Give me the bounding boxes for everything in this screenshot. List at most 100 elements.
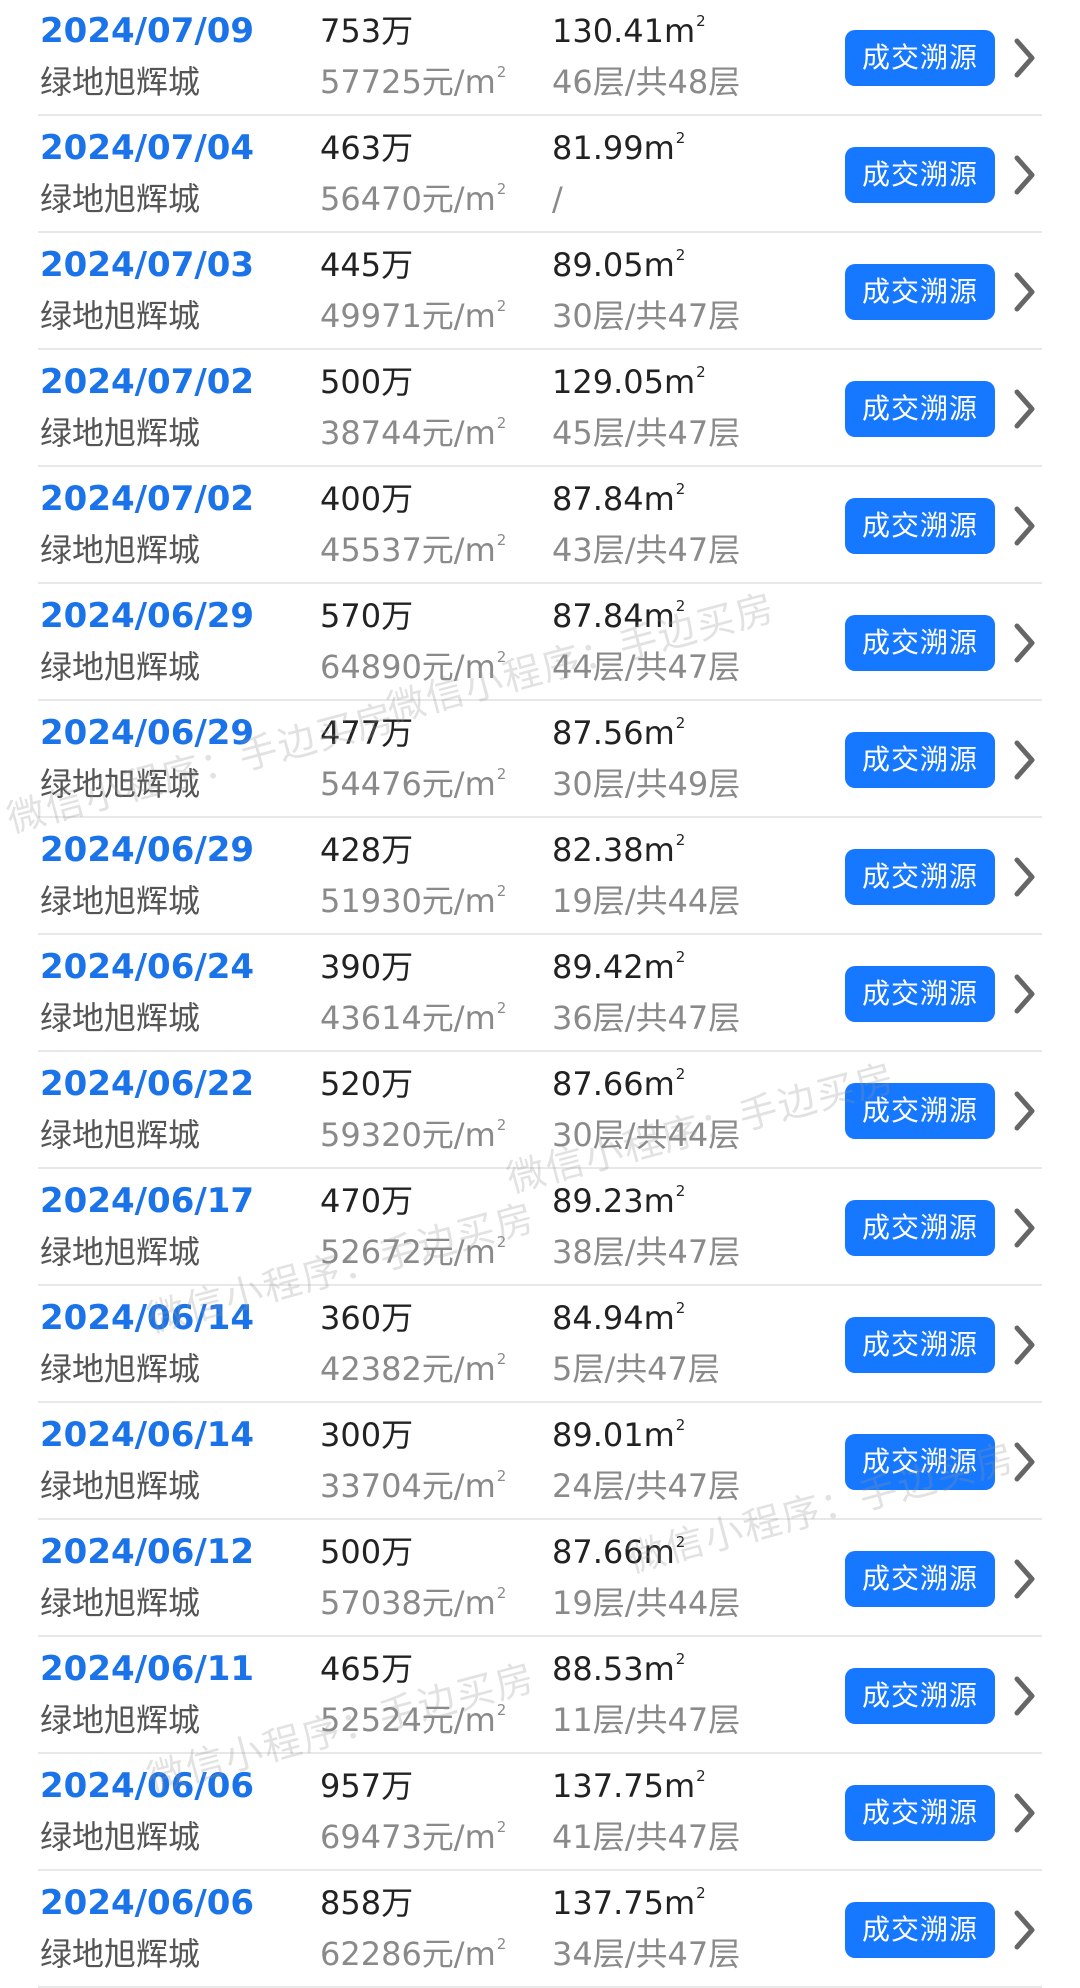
transaction-row[interactable]: 2024/06/29 绿地旭辉城 570万 64890元/m2 87.84m2 44层/共… xyxy=(0,584,1080,701)
transaction-row[interactable]: 2024/06/14 绿地旭辉城 300万 33704元/m2 89.01m2 24层/共… xyxy=(0,1403,1080,1520)
deal-date-text: 2024/07/04 xyxy=(40,128,255,168)
trace-deal-button[interactable]: 成交溯源 xyxy=(845,264,995,320)
floor-area-text: 87.84m xyxy=(552,480,675,518)
total-price-text: 957万 xyxy=(320,1767,414,1805)
transaction-row[interactable]: 2024/06/06 绿地旭辉城 957万 69473元/m2 137.75m2 41层/… xyxy=(0,1754,1080,1871)
square-superscript: 2 xyxy=(675,1533,686,1551)
transaction-row[interactable]: 2024/06/22 绿地旭辉城 520万 59320元/m2 87.66m2 30层/共… xyxy=(0,1052,1080,1169)
trace-deal-button[interactable]: 成交溯源 xyxy=(845,1200,995,1256)
chevron-right-icon[interactable] xyxy=(1010,620,1040,666)
floor-level-text: 30层/共49层 xyxy=(552,765,741,803)
community-name-text: 绿地旭辉城 xyxy=(40,297,201,335)
chevron-right-icon[interactable] xyxy=(1010,1556,1040,1602)
trace-deal-button[interactable]: 成交溯源 xyxy=(845,1317,995,1373)
trace-deal-button[interactable]: 成交溯源 xyxy=(845,1668,995,1724)
trace-deal-button[interactable]: 成交溯源 xyxy=(845,1785,995,1841)
chevron-right-icon[interactable] xyxy=(1010,269,1040,315)
floor-area-text: 84.94m xyxy=(552,1299,675,1337)
transaction-row[interactable]: 2024/06/24 绿地旭辉城 390万 43614元/m2 89.42m2 36层/共… xyxy=(0,935,1080,1052)
floor-level-text: / xyxy=(552,180,563,218)
transaction-row[interactable]: 2024/06/12 绿地旭辉城 500万 57038元/m2 87.66m2 19层/共… xyxy=(0,1520,1080,1637)
transaction-row[interactable]: 2024/06/06 绿地旭辉城 858万 62286元/m2 137.75m2 34层/… xyxy=(0,1871,1080,1988)
chevron-right-icon[interactable] xyxy=(1010,1907,1040,1953)
trace-deal-button[interactable]: 成交溯源 xyxy=(845,966,995,1022)
total-price-text: 753万 xyxy=(320,12,414,50)
unit-price: 54476元/m2 xyxy=(320,764,506,810)
trace-deal-button[interactable]: 成交溯源 xyxy=(845,1083,995,1139)
total-price-text: 477万 xyxy=(320,714,414,752)
total-price: 753万 xyxy=(320,11,413,51)
chevron-right-icon[interactable] xyxy=(1010,386,1040,432)
total-price-text: 570万 xyxy=(320,597,414,635)
floor-area: 137.75m2 xyxy=(552,1883,706,1929)
trace-deal-button[interactable]: 成交溯源 xyxy=(845,732,995,788)
trace-deal-button[interactable]: 成交溯源 xyxy=(845,615,995,671)
floor-area: 82.38m2 xyxy=(552,830,685,876)
deal-date: 2024/06/22 xyxy=(40,1064,254,1104)
trace-deal-button[interactable]: 成交溯源 xyxy=(845,147,995,203)
floor-level: 45层/共47层 xyxy=(552,413,740,453)
floor-level: 5层/共47层 xyxy=(552,1349,720,1389)
trace-deal-button[interactable]: 成交溯源 xyxy=(845,1434,995,1490)
total-price-text: 500万 xyxy=(320,1533,414,1571)
chevron-right-icon[interactable] xyxy=(1010,854,1040,900)
unit-price-text: 52524元/m xyxy=(320,1701,496,1739)
total-price: 500万 xyxy=(320,362,413,402)
transaction-row[interactable]: 2024/07/03 绿地旭辉城 445万 49971元/m2 89.05m2 30层/共… xyxy=(0,233,1080,350)
unit-price: 62286元/m2 xyxy=(320,1934,506,1980)
transaction-row[interactable]: 2024/06/14 绿地旭辉城 360万 42382元/m2 84.94m2 5层/共4… xyxy=(0,1286,1080,1403)
square-superscript: 2 xyxy=(496,1350,507,1368)
transaction-row[interactable]: 2024/06/17 绿地旭辉城 470万 52672元/m2 89.23m2 38层/共… xyxy=(0,1169,1080,1286)
deal-date-text: 2024/07/09 xyxy=(40,11,255,51)
floor-level: 19层/共44层 xyxy=(552,881,740,921)
floor-level: / xyxy=(552,179,563,219)
chevron-right-icon[interactable] xyxy=(1010,35,1040,81)
unit-price: 33704元/m2 xyxy=(320,1466,506,1512)
deal-date-text: 2024/06/11 xyxy=(40,1649,255,1689)
chevron-right-icon[interactable] xyxy=(1010,1322,1040,1368)
transaction-row[interactable]: 2024/06/11 绿地旭辉城 465万 52524元/m2 88.53m2 11层/共… xyxy=(0,1637,1080,1754)
community-name-text: 绿地旭辉城 xyxy=(40,414,201,452)
trace-deal-button[interactable]: 成交溯源 xyxy=(845,1551,995,1607)
chevron-right-icon[interactable] xyxy=(1010,503,1040,549)
chevron-right-icon[interactable] xyxy=(1010,1673,1040,1719)
chevron-right-icon[interactable] xyxy=(1010,1088,1040,1134)
chevron-right-icon[interactable] xyxy=(1010,737,1040,783)
floor-area-text: 137.75m xyxy=(552,1767,696,1805)
total-price: 858万 xyxy=(320,1883,413,1923)
unit-price: 57038元/m2 xyxy=(320,1583,506,1629)
total-price: 300万 xyxy=(320,1415,413,1455)
transaction-row[interactable]: 2024/07/02 绿地旭辉城 500万 38744元/m2 129.05m2 45层/… xyxy=(0,350,1080,467)
floor-level: 30层/共49层 xyxy=(552,764,740,804)
transaction-row[interactable]: 2024/07/02 绿地旭辉城 400万 45537元/m2 87.84m2 43层/共… xyxy=(0,467,1080,584)
floor-area-text: 87.56m xyxy=(552,714,675,752)
floor-level-text: 43层/共47层 xyxy=(552,531,741,569)
trace-deal-button[interactable]: 成交溯源 xyxy=(845,1902,995,1958)
unit-price-text: 57038元/m xyxy=(320,1584,496,1622)
transaction-row[interactable]: 2024/06/29 绿地旭辉城 477万 54476元/m2 87.56m2 30层/共… xyxy=(0,701,1080,818)
floor-level: 24层/共47层 xyxy=(552,1466,740,1506)
square-superscript: 2 xyxy=(675,597,686,615)
deal-date-text: 2024/06/22 xyxy=(40,1064,255,1104)
deal-date: 2024/07/09 xyxy=(40,11,254,51)
total-price-text: 428万 xyxy=(320,831,414,869)
trace-deal-button[interactable]: 成交溯源 xyxy=(845,849,995,905)
deal-date: 2024/06/29 xyxy=(40,713,254,753)
transaction-row[interactable]: 2024/06/29 绿地旭辉城 428万 51930元/m2 82.38m2 19层/共… xyxy=(0,818,1080,935)
deal-date: 2024/06/14 xyxy=(40,1415,254,1455)
floor-area: 87.84m2 xyxy=(552,479,685,525)
chevron-right-icon[interactable] xyxy=(1010,1205,1040,1251)
trace-deal-button[interactable]: 成交溯源 xyxy=(845,30,995,86)
chevron-right-icon[interactable] xyxy=(1010,1790,1040,1836)
floor-area-text: 87.84m xyxy=(552,597,675,635)
community-name-text: 绿地旭辉城 xyxy=(40,882,201,920)
square-superscript: 2 xyxy=(696,363,706,381)
chevron-right-icon[interactable] xyxy=(1010,1439,1040,1485)
transaction-row[interactable]: 2024/07/09 绿地旭辉城 753万 57725元/m2 130.41m2 46层/… xyxy=(0,0,1080,116)
chevron-right-icon[interactable] xyxy=(1010,152,1040,198)
trace-deal-button[interactable]: 成交溯源 xyxy=(845,381,995,437)
chevron-right-icon[interactable] xyxy=(1010,971,1040,1017)
square-superscript: 2 xyxy=(496,297,507,315)
trace-deal-button[interactable]: 成交溯源 xyxy=(845,498,995,554)
transaction-row[interactable]: 2024/07/04 绿地旭辉城 463万 56470元/m2 81.99m2/成交溯源 xyxy=(0,116,1080,233)
